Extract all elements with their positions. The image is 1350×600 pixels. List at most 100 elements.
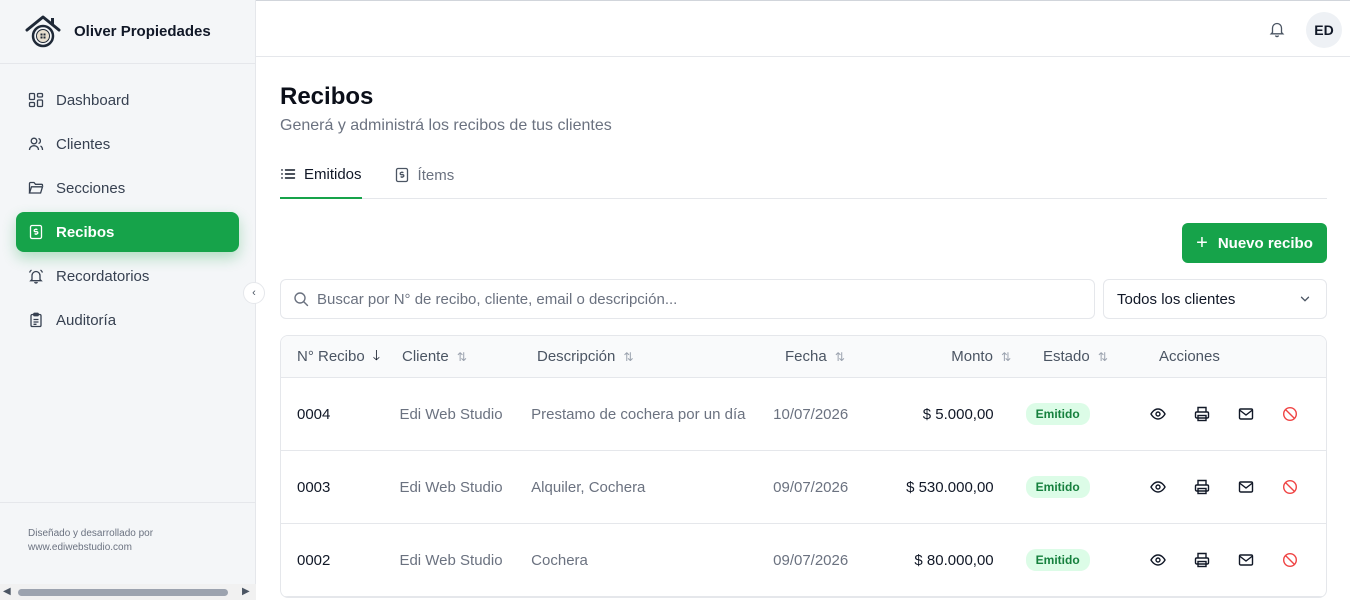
folder-icon <box>28 180 44 196</box>
sidebar-nav: Dashboard Clientes Secciones Recibos Rec… <box>0 64 255 360</box>
table-row[interactable]: 0003 Edi Web Studio Alquiler, Cochera 09… <box>281 451 1326 524</box>
cell-desc: Cochera <box>531 551 588 569</box>
scroll-right-icon[interactable]: ▶ <box>242 586 250 597</box>
cancel-ban-icon[interactable] <box>1282 552 1298 568</box>
sidebar-item-secciones[interactable]: Secciones <box>16 168 239 208</box>
col-num-recibo[interactable]: N° Recibo 🡓 <box>281 345 402 369</box>
cell-status: Emitido <box>994 403 1092 425</box>
scroll-left-icon[interactable]: ◀ <box>3 586 11 597</box>
receipts-table: N° Recibo 🡓 Cliente ⇅ Descripción ⇅ Fech… <box>280 335 1327 598</box>
chevron-left-icon: ‹ <box>252 287 256 299</box>
print-icon[interactable] <box>1194 479 1210 495</box>
cancel-ban-icon[interactable] <box>1282 406 1298 422</box>
new-receipt-label: Nuevo recibo <box>1217 234 1313 252</box>
col-label: Descripción <box>537 348 616 365</box>
view-eye-icon[interactable] <box>1150 406 1166 422</box>
cell-client: Edi Web Studio <box>399 478 503 496</box>
cell-date: 09/07/2026 <box>773 551 849 569</box>
brand-name: Oliver Propiedades <box>74 23 211 40</box>
cell-amount: $ 80.000,00 <box>914 551 994 569</box>
cell-desc: Prestamo de cochera por un día <box>531 405 746 423</box>
sidebar-item-recibos[interactable]: Recibos <box>16 212 239 252</box>
col-label: Monto <box>951 348 993 365</box>
receipt-icon <box>28 224 44 240</box>
dashboard-icon <box>28 92 44 108</box>
tab-label: Emitidos <box>304 165 362 183</box>
scrollbar-thumb[interactable] <box>18 589 228 596</box>
view-eye-icon[interactable] <box>1150 479 1166 495</box>
chevron-down-icon <box>1300 296 1310 302</box>
brand[interactable]: Oliver Propiedades <box>0 0 255 64</box>
sidebar-item-label: Clientes <box>56 135 111 153</box>
print-icon[interactable] <box>1194 552 1210 568</box>
sidebar-collapse-button[interactable]: ‹ <box>243 282 265 304</box>
cell-num: 0002 <box>297 551 331 569</box>
tab-label: Ítems <box>417 166 455 184</box>
col-label: N° Recibo <box>297 348 365 365</box>
search-box[interactable] <box>280 279 1095 319</box>
tabs: Emitidos Ítems <box>280 157 1327 199</box>
cell-status: Emitido <box>994 476 1092 498</box>
table-row[interactable]: 0002 Edi Web Studio Cochera 09/07/2026 $… <box>281 524 1326 597</box>
cell-num: 0003 <box>297 478 331 496</box>
sidebar: Oliver Propiedades Dashboard Clientes Se… <box>0 0 256 600</box>
sidebar-item-dashboard[interactable]: Dashboard <box>16 80 239 120</box>
bell-ring-icon <box>28 268 44 284</box>
new-receipt-button[interactable]: + Nuevo recibo <box>1182 223 1327 263</box>
view-eye-icon[interactable] <box>1150 552 1166 568</box>
list-icon <box>280 166 296 182</box>
receipt-icon <box>394 167 410 183</box>
arrow-down-icon: 🡓 <box>372 346 380 363</box>
horizontal-scrollbar[interactable]: ◀ ▶ <box>0 584 256 600</box>
col-cliente[interactable]: Cliente ⇅ <box>402 348 537 365</box>
sidebar-footer: Diseñado y desarrollado por www.ediwebst… <box>0 502 256 582</box>
cancel-ban-icon[interactable] <box>1282 479 1298 495</box>
notification-bell-icon[interactable] <box>1268 20 1286 38</box>
print-icon[interactable] <box>1194 406 1210 422</box>
status-badge: Emitido <box>1025 549 1090 571</box>
cell-client: Edi Web Studio <box>399 405 503 423</box>
mail-icon[interactable] <box>1238 406 1254 422</box>
sort-icon: ⇅ <box>456 349 467 364</box>
cell-status: Emitido <box>994 549 1092 571</box>
sidebar-item-auditoria[interactable]: Auditoría <box>16 300 239 340</box>
cell-client: Edi Web Studio <box>399 551 503 569</box>
cell-actions <box>1092 479 1326 495</box>
sidebar-item-label: Auditoría <box>56 311 117 329</box>
col-fecha[interactable]: Fecha ⇅ <box>785 348 895 365</box>
col-label: Cliente <box>402 348 449 365</box>
status-badge: Emitido <box>1025 476 1090 498</box>
cell-actions <box>1092 406 1326 422</box>
plus-icon: + <box>1196 231 1208 254</box>
page-subtitle: Generá y administrá los recibos de tus c… <box>280 117 612 134</box>
topbar: ED <box>256 0 1350 57</box>
col-estado[interactable]: Estado ⇅ <box>1011 348 1111 365</box>
search-input[interactable] <box>317 290 1057 308</box>
sidebar-item-label: Recordatorios <box>56 267 150 285</box>
actions-row: + Nuevo recibo <box>280 199 1327 263</box>
tab-emitidos[interactable]: Emitidos <box>280 157 362 199</box>
search-icon <box>293 291 309 307</box>
tab-items[interactable]: Ítems <box>394 157 455 199</box>
users-icon <box>28 136 44 152</box>
filters: Todos los clientes <box>280 279 1327 319</box>
footer-website[interactable]: www.ediwebstudio.com <box>28 541 228 555</box>
mail-icon[interactable] <box>1238 552 1254 568</box>
sort-icon: ⇅ <box>834 349 845 364</box>
sidebar-item-label: Dashboard <box>56 91 130 109</box>
sort-icon: ⇅ <box>623 349 634 364</box>
cell-amount: $ 5.000,00 <box>922 405 994 423</box>
main-content: Recibos Generá y administrá los recibos … <box>280 57 1327 598</box>
col-descripcion[interactable]: Descripción ⇅ <box>537 348 785 365</box>
col-monto[interactable]: Monto ⇅ <box>895 348 1011 365</box>
table-row[interactable]: 0004 Edi Web Studio Prestamo de cochera … <box>281 378 1326 451</box>
user-avatar[interactable]: ED <box>1306 12 1342 48</box>
table-header: N° Recibo 🡓 Cliente ⇅ Descripción ⇅ Fech… <box>281 336 1326 378</box>
mail-icon[interactable] <box>1238 479 1254 495</box>
sidebar-item-clientes[interactable]: Clientes <box>16 124 239 164</box>
house-logo-icon <box>25 15 61 47</box>
client-filter-select[interactable]: Todos los clientes <box>1103 279 1327 319</box>
sidebar-item-recordatorios[interactable]: Recordatorios <box>16 256 239 296</box>
sort-icon: ⇅ <box>1000 349 1011 364</box>
client-filter-value: Todos los clientes <box>1117 290 1236 308</box>
